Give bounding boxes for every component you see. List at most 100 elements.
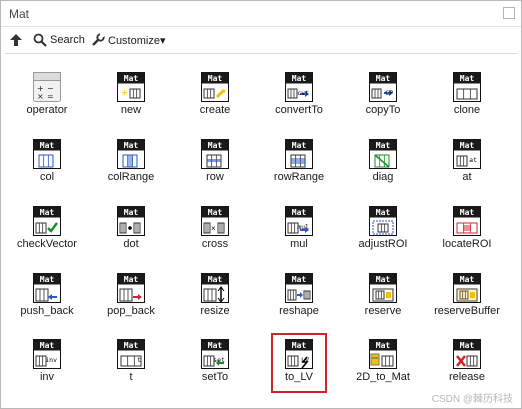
svg-text:Mat: Mat — [40, 275, 55, 284]
palette-item-create[interactable]: Mat create — [173, 54, 257, 116]
checkvector-icon: Mat — [33, 206, 61, 236]
svg-text:Mat: Mat — [40, 341, 55, 350]
svg-text:Mat: Mat — [208, 74, 223, 83]
clone-icon: Mat — [453, 72, 481, 102]
palette-item-label: diag — [372, 171, 394, 183]
palette-item-label: to_LV — [285, 371, 313, 383]
palette-item-label: adjustROI — [358, 238, 408, 250]
palette-item-row[interactable]: Mat row — [173, 121, 257, 183]
palette-item-to-lv[interactable]: Mat LV to_LV — [257, 321, 341, 383]
palette-item-cross[interactable]: Mat × cross — [173, 188, 257, 250]
palette-item-2d-to-mat[interactable]: Mat 2D_to_Mat — [341, 321, 425, 383]
search-button[interactable]: Search — [33, 31, 85, 49]
palette-item-checkvector[interactable]: Mat checkVector — [5, 188, 89, 250]
customize-label: Customize▾ — [108, 34, 166, 47]
rowrange-icon: Mat — [285, 139, 313, 169]
svg-text:Mat: Mat — [460, 208, 475, 217]
svg-text:Mat: Mat — [40, 141, 55, 150]
toolbar: Search Customize▾ — [1, 28, 521, 52]
svg-text:Mat: Mat — [376, 141, 391, 150]
palette-item-reserve[interactable]: Mat reserve — [341, 255, 425, 317]
dot-icon: Mat — [117, 206, 145, 236]
palette-item-label: inv — [39, 371, 55, 383]
palette-item-adjustroi[interactable]: Mat adjustROI — [341, 188, 425, 250]
new-icon: Mat ✳ — [117, 72, 145, 102]
svg-text:Mat: Mat — [124, 275, 139, 284]
svg-text:Mat: Mat — [124, 341, 139, 350]
palette-item-at[interactable]: Mat at at — [425, 121, 509, 183]
function-palette: + − × = operator Mat ✳ new Mat create Ma… — [5, 53, 517, 401]
palette-item-label: dot — [123, 238, 139, 250]
palette-item-label: t — [129, 371, 133, 383]
mul-icon: Mat mul — [285, 206, 313, 236]
t-icon: Mat t — [117, 339, 145, 369]
palette-item-convertto[interactable]: Mat cvt convertTo — [257, 54, 341, 116]
up-button[interactable] — [9, 31, 26, 49]
svg-text:cvt: cvt — [297, 89, 309, 97]
svg-text:Mat: Mat — [460, 341, 475, 350]
svg-text:Mat: Mat — [292, 141, 307, 150]
reshape-icon: Mat — [285, 273, 313, 303]
palette-item-reservebuffer[interactable]: Mat reserveBuffer — [425, 255, 509, 317]
close-icon[interactable] — [503, 7, 515, 19]
colrange-icon: Mat — [117, 139, 145, 169]
palette-item-label: at — [462, 171, 472, 183]
svg-text:Mat: Mat — [292, 208, 307, 217]
customize-button[interactable]: Customize▾ — [91, 31, 165, 49]
palette-item-label: clone — [453, 104, 481, 116]
svg-text:mul: mul — [297, 223, 309, 231]
palette-item-colrange[interactable]: Mat colRange — [89, 121, 173, 183]
palette-item-label: rowRange — [273, 171, 325, 183]
palette-item-label: convertTo — [275, 104, 323, 116]
arrow-up-icon — [9, 33, 23, 47]
svg-text:at: at — [469, 156, 477, 164]
svg-text:Mat: Mat — [124, 74, 139, 83]
search-icon — [33, 33, 47, 47]
palette-item-copyto[interactable]: Mat CP copyTo — [341, 54, 425, 116]
copyto-icon: Mat CP — [369, 72, 397, 102]
setto-icon: Mat set — [201, 339, 229, 369]
palette-item-inv[interactable]: Mat inv inv — [5, 321, 89, 383]
svg-text:×: × — [37, 92, 44, 101]
palette-item-label: pop_back — [107, 305, 155, 317]
palette-item-new[interactable]: Mat ✳ new — [89, 54, 173, 116]
palette-item-label: reserve — [364, 305, 402, 317]
palette-item-resize[interactable]: Mat resize — [173, 255, 257, 317]
svg-text:Mat: Mat — [376, 74, 391, 83]
svg-text:=: = — [47, 92, 54, 101]
svg-text:Mat: Mat — [460, 74, 475, 83]
palette-item-mul[interactable]: Mat mul mul — [257, 188, 341, 250]
palette-item-t[interactable]: Mat t t — [89, 321, 173, 383]
palette-item-pop-back[interactable]: Mat pop_back — [89, 255, 173, 317]
svg-text:Mat: Mat — [124, 141, 139, 150]
palette-item-dot[interactable]: Mat dot — [89, 188, 173, 250]
palette-item-reshape[interactable]: Mat reshape — [257, 255, 341, 317]
palette-item-label: col — [39, 171, 55, 183]
palette-item-release[interactable]: Mat release — [425, 321, 509, 383]
cross-icon: Mat × — [201, 206, 229, 236]
svg-text:LV: LV — [301, 356, 309, 364]
palette-item-label: copyTo — [365, 104, 401, 116]
svg-text:Mat: Mat — [292, 341, 307, 350]
palette-item-push-back[interactable]: Mat push_back — [5, 255, 89, 317]
svg-text:Mat: Mat — [376, 341, 391, 350]
adjustroi-icon: Mat — [369, 206, 397, 236]
palette-item-label: new — [120, 104, 142, 116]
palette-item-label: resize — [200, 305, 230, 317]
svg-text:Mat: Mat — [208, 208, 223, 217]
palette-item-diag[interactable]: Mat diag — [341, 121, 425, 183]
search-label: Search — [50, 34, 85, 46]
svg-text:Mat: Mat — [208, 275, 223, 284]
window-title: Mat — [9, 7, 30, 21]
palette-item-locateroi[interactable]: Mat locateROI — [425, 188, 509, 250]
wrench-icon — [91, 33, 105, 47]
col-icon: Mat — [33, 139, 61, 169]
palette-window: Mat Search Customize▾ + − × = operator M… — [0, 0, 522, 409]
palette-item-label: push_back — [20, 305, 74, 317]
palette-item-setto[interactable]: Mat set setTo — [173, 321, 257, 383]
palette-item-col[interactable]: Mat col — [5, 121, 89, 183]
to-lv-icon: Mat LV — [285, 339, 313, 369]
palette-item-operator[interactable]: + − × = operator — [5, 54, 89, 116]
palette-item-clone[interactable]: Mat clone — [425, 54, 509, 116]
palette-item-rowrange[interactable]: Mat rowRange — [257, 121, 341, 183]
